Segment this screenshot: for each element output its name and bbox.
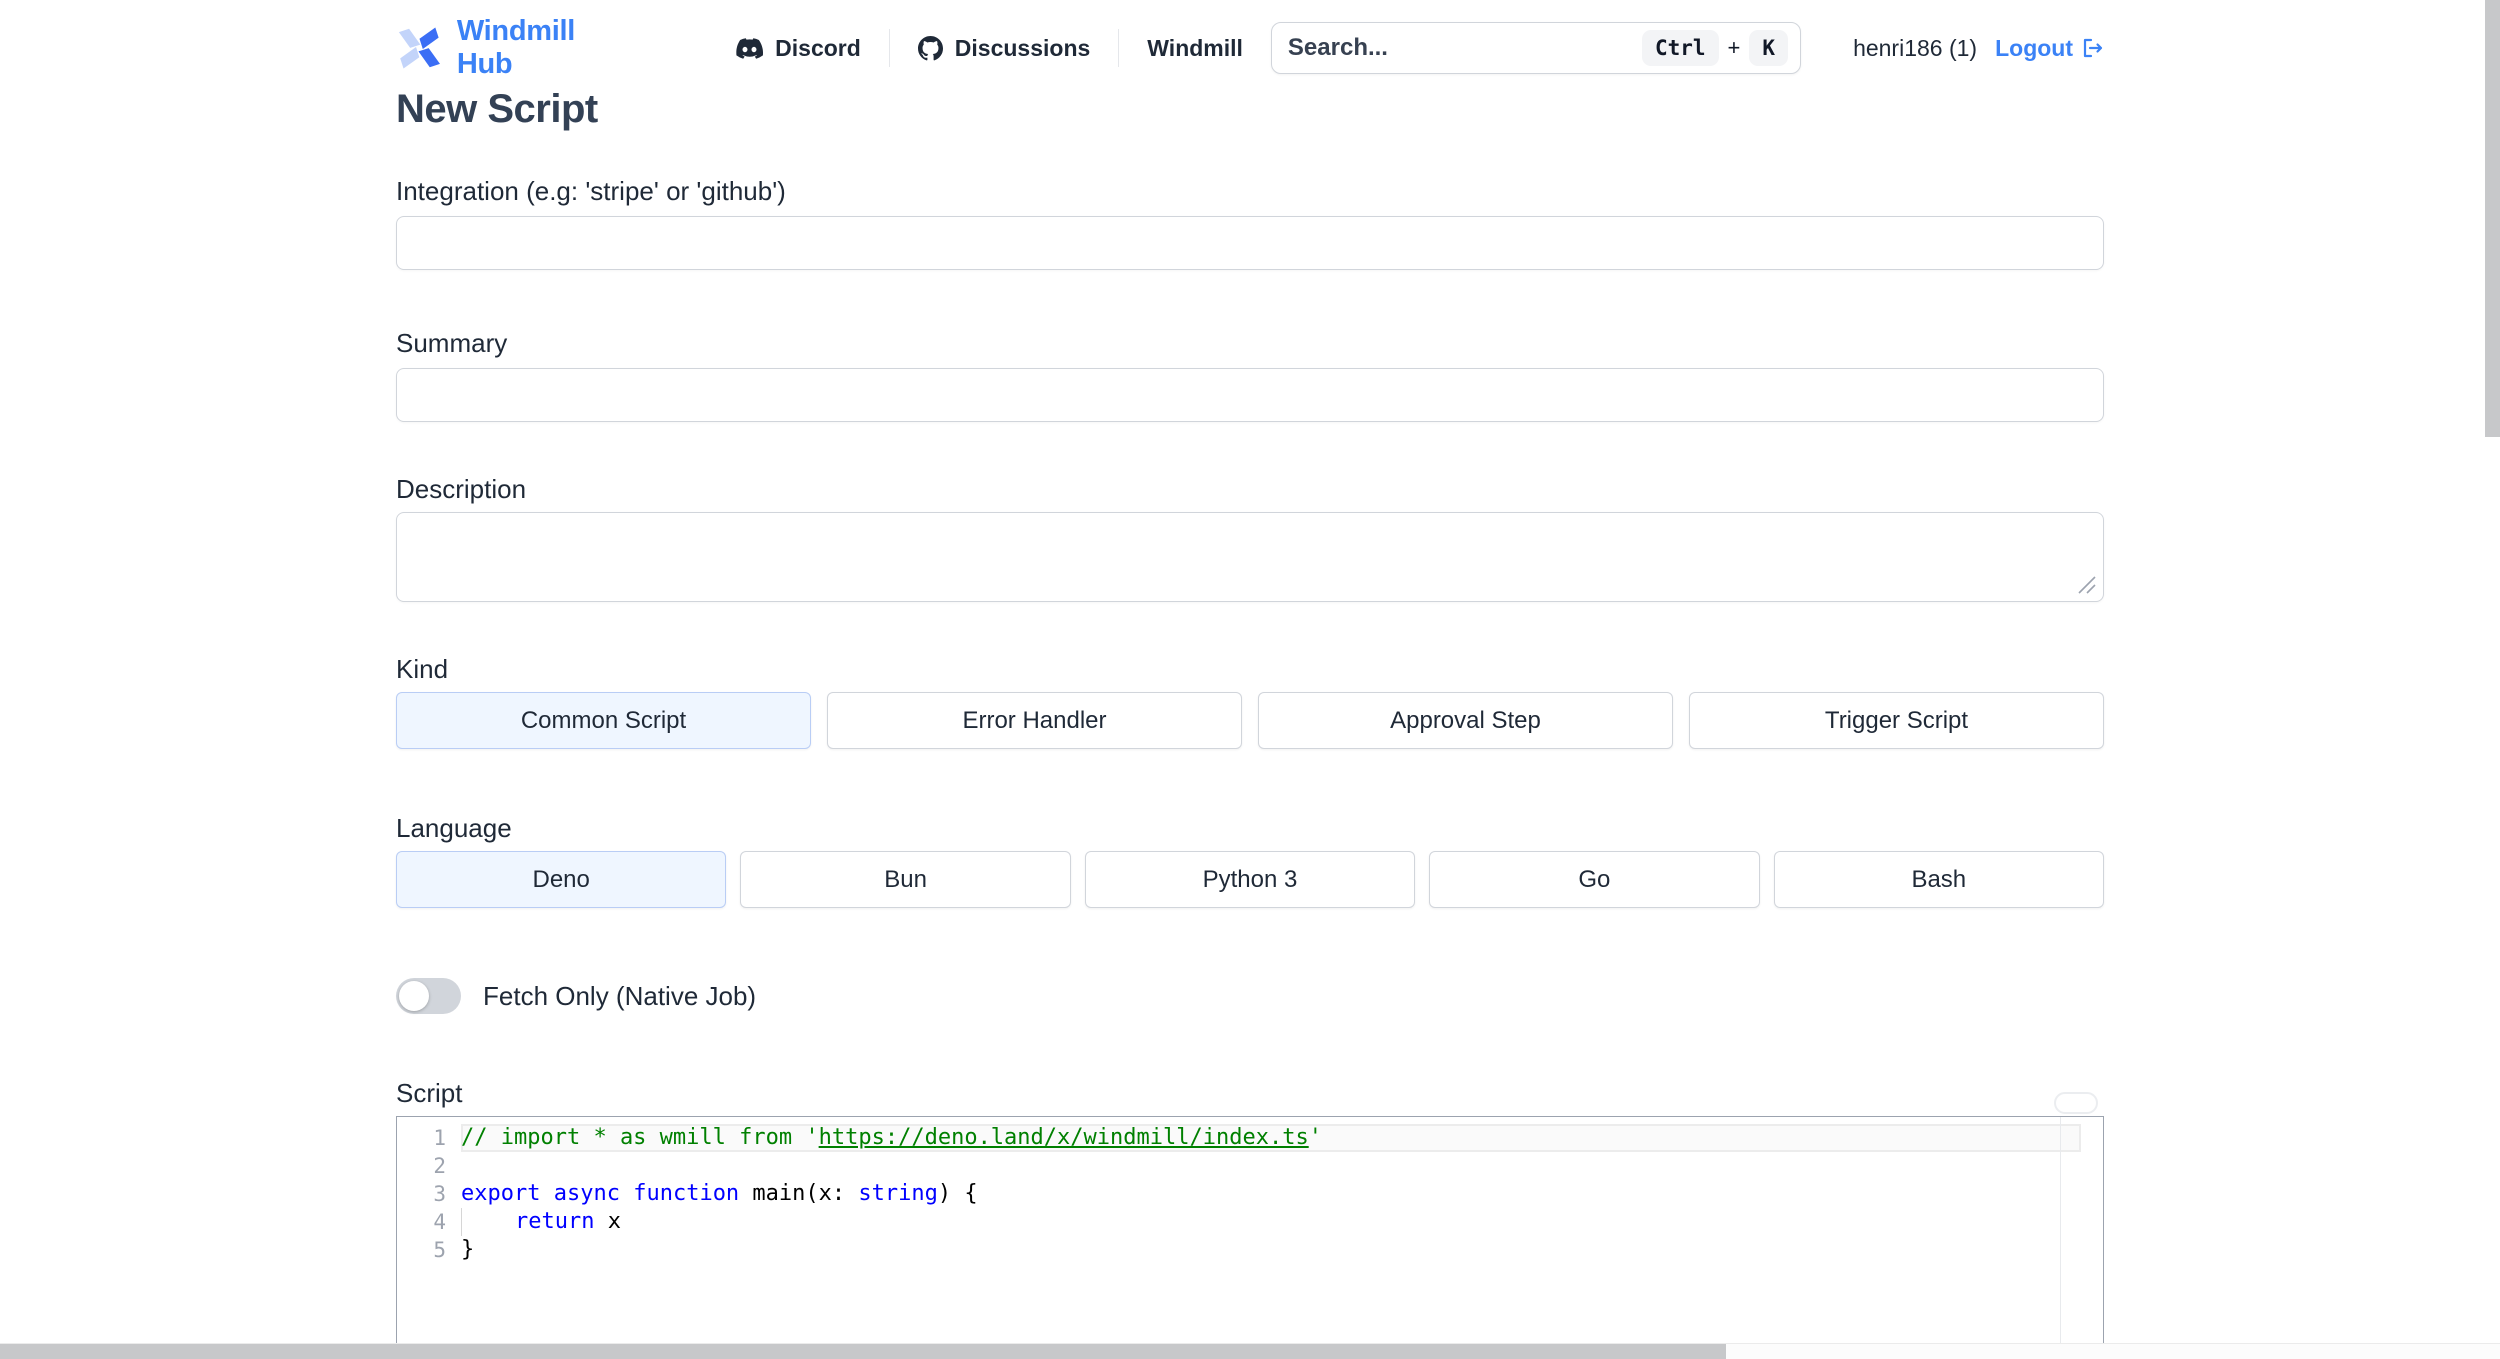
language-option-bash[interactable]: Bash xyxy=(1773,851,2104,908)
language-option-deno[interactable]: Deno xyxy=(396,851,727,908)
line-number: 3 xyxy=(433,1182,446,1206)
user-area: henri186 (1) Logout xyxy=(1853,35,2104,62)
vertical-scrollbar[interactable] xyxy=(2485,0,2500,1359)
vertical-scrollbar-thumb[interactable] xyxy=(2485,0,2500,437)
header: Windmill Hub Discord Discussions Windmil… xyxy=(396,0,2104,81)
horizontal-scrollbar-thumb[interactable] xyxy=(0,1344,1726,1359)
nav-item-label: Discord xyxy=(775,34,861,61)
kind-option-trigger-script[interactable]: Trigger Script xyxy=(1689,692,2104,749)
k-key-badge: K xyxy=(1749,30,1789,66)
fetch-only-label: Fetch Only (Native Job) xyxy=(483,980,757,1011)
brand-link[interactable]: Windmill Hub xyxy=(396,15,620,81)
language-label: Language xyxy=(396,813,512,843)
ctrl-key-badge: Ctrl xyxy=(1641,30,1719,66)
code-text: x xyxy=(594,1209,621,1234)
nav-item-label: Discussions xyxy=(954,34,1091,61)
nav-item-label: Windmill xyxy=(1147,34,1243,61)
line-number: 5 xyxy=(433,1238,446,1262)
kind-option-error-handler[interactable]: Error Handler xyxy=(827,692,1242,749)
editor-mini-toggle[interactable] xyxy=(2054,1092,2098,1114)
editor-line-numbers: 1 2 3 4 5 xyxy=(397,1117,461,1359)
line-number: 4 xyxy=(433,1210,446,1234)
summary-input[interactable] xyxy=(396,368,2104,422)
code-text: } xyxy=(461,1237,475,1262)
line-number: 2 xyxy=(433,1154,446,1178)
code-comment: // import * as wmill from ' xyxy=(461,1125,819,1150)
windmill-logo-icon xyxy=(398,27,440,69)
nav-item-windmill[interactable]: Windmill xyxy=(1119,35,1271,62)
code-keyword: async xyxy=(553,1181,620,1206)
search-input[interactable] xyxy=(1287,34,1642,62)
integration-label: Integration (e.g: 'stripe' or 'github') xyxy=(396,176,786,206)
shortcut-plus: + xyxy=(1727,35,1741,60)
code-text: main(x: xyxy=(739,1181,859,1206)
language-option-go[interactable]: Go xyxy=(1429,851,1760,908)
editor-code-area[interactable]: // import * as wmill from 'https://deno.… xyxy=(461,1117,2081,1359)
discord-icon xyxy=(736,37,764,59)
integration-input[interactable] xyxy=(396,216,2104,270)
code-keyword: return xyxy=(514,1209,595,1234)
code-comment-link[interactable]: https://deno.land/x/windmill/index.ts xyxy=(819,1125,1309,1150)
logout-link[interactable]: Logout xyxy=(1995,35,2104,62)
kind-options: Common Script Error Handler Approval Ste… xyxy=(396,692,2104,749)
fetch-only-toggle[interactable] xyxy=(396,978,461,1014)
search-box[interactable]: Ctrl + K xyxy=(1270,22,1802,74)
textarea-resize-handle[interactable] xyxy=(2075,573,2097,595)
kind-label: Kind xyxy=(396,654,449,684)
code-line-4: return x xyxy=(461,1208,2081,1236)
horizontal-scrollbar[interactable] xyxy=(0,1343,2500,1359)
code-keyword: function xyxy=(633,1181,740,1206)
fetch-only-row: Fetch Only (Native Job) xyxy=(396,978,2104,1014)
logout-icon xyxy=(2083,38,2103,58)
code-line-5: } xyxy=(461,1236,2081,1264)
code-keyword: export xyxy=(461,1181,541,1206)
brand-name: Windmill Hub xyxy=(456,15,575,80)
github-icon xyxy=(917,35,943,60)
kind-option-common-script[interactable]: Common Script xyxy=(396,692,811,749)
code-line-3: export async function main(x: string) { xyxy=(461,1180,2081,1208)
logout-label: Logout xyxy=(1995,34,2073,61)
username: henri186 (1) xyxy=(1853,34,1978,61)
code-keyword: string xyxy=(858,1181,938,1206)
main-nav: Discord Discussions Windmill xyxy=(708,29,1271,67)
search-shortcut: Ctrl + K xyxy=(1641,30,1789,66)
script-code-editor[interactable]: 1 2 3 4 5 // import * as wmill from 'htt… xyxy=(396,1116,2104,1359)
nav-item-discussions[interactable]: Discussions xyxy=(890,35,1119,62)
nav-item-discord[interactable]: Discord xyxy=(708,35,889,62)
code-text: ) { xyxy=(937,1181,978,1206)
code-comment: ' xyxy=(1308,1125,1322,1150)
language-options: Deno Bun Python 3 Go Bash xyxy=(396,851,2104,908)
script-header-row: Script xyxy=(396,1078,2104,1114)
line-number: 1 xyxy=(433,1126,446,1150)
language-option-bun[interactable]: Bun xyxy=(740,851,1071,908)
toggle-knob xyxy=(399,981,429,1011)
script-label: Script xyxy=(396,1078,463,1108)
code-line-1: // import * as wmill from 'https://deno.… xyxy=(461,1124,2081,1152)
language-option-python3[interactable]: Python 3 xyxy=(1084,851,1416,908)
summary-label: Summary xyxy=(396,328,508,358)
kind-option-approval-step[interactable]: Approval Step xyxy=(1258,692,1673,749)
description-textarea[interactable] xyxy=(396,512,2104,602)
page-title: New Script xyxy=(396,87,598,131)
page: Windmill Hub Discord Discussions Windmil… xyxy=(0,0,2500,1359)
description-label: Description xyxy=(396,474,527,504)
